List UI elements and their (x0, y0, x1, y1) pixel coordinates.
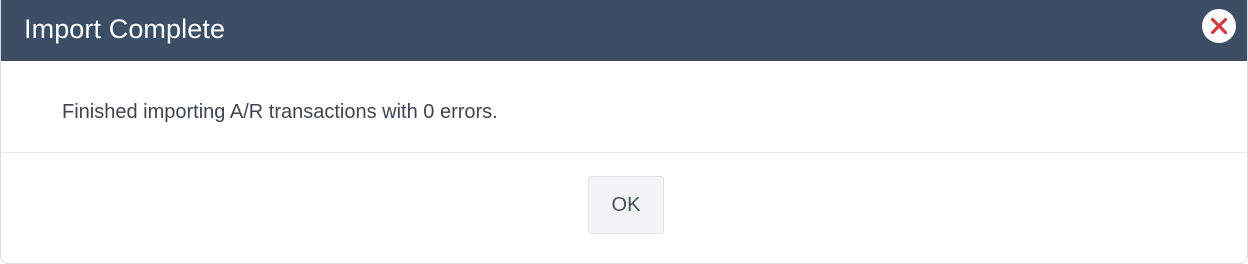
ok-button[interactable]: OK (588, 176, 664, 234)
close-button[interactable] (1202, 9, 1236, 43)
dialog-body: Finished importing A/R transactions with… (1, 61, 1247, 153)
dialog-footer: OK (1, 153, 1247, 264)
close-circle-icon (1203, 10, 1235, 42)
dialog-titlebar: Import Complete (1, 0, 1247, 61)
dialog-title: Import Complete (24, 14, 226, 44)
dialog-message: Finished importing A/R transactions with… (62, 101, 498, 123)
import-complete-dialog: Import Complete Finished importing A/R t… (0, 0, 1248, 264)
